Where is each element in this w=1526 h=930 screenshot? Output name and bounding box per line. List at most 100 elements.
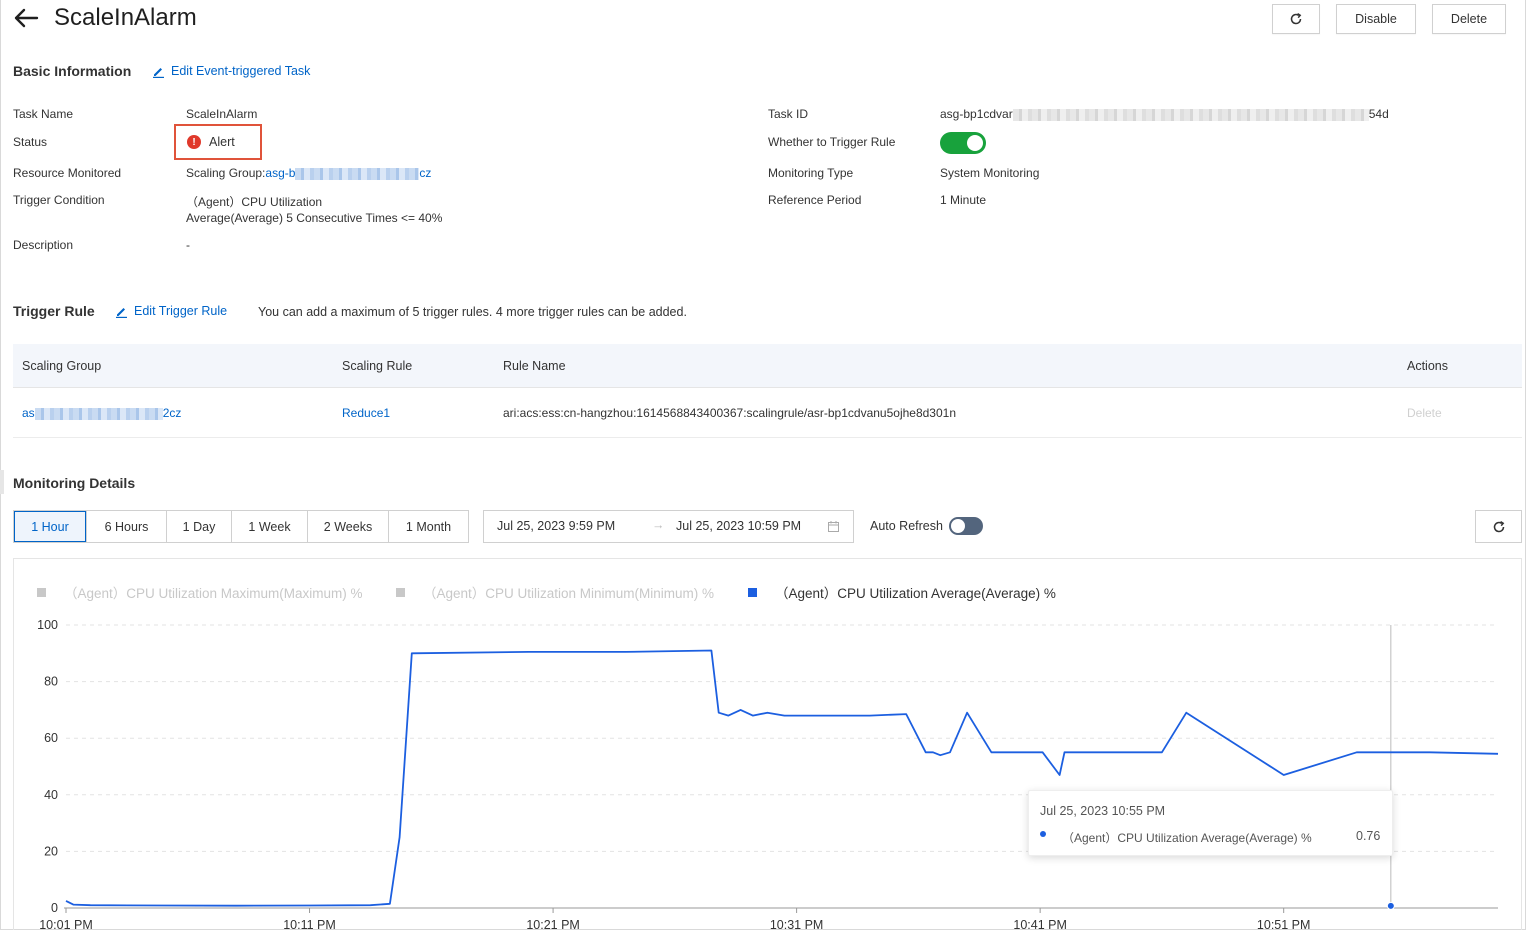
legend-swatch bbox=[37, 587, 46, 597]
auto-refresh-label: Auto Refresh bbox=[870, 519, 943, 533]
tab-6-hours[interactable]: 6 Hours bbox=[87, 511, 167, 542]
page-title: ScaleInAlarm bbox=[54, 4, 197, 31]
trigger-condition-label: Trigger Condition bbox=[13, 193, 105, 207]
task-name-label: Task Name bbox=[13, 107, 74, 121]
redacted-text bbox=[1012, 108, 1369, 121]
x-tick-label: 10:21 PM bbox=[526, 918, 580, 930]
x-tick-label: 10:51 PM bbox=[1257, 918, 1311, 930]
resource-prefix: Scaling Group: bbox=[186, 166, 266, 180]
y-tick-label: 0 bbox=[51, 901, 58, 915]
redacted-text bbox=[34, 407, 163, 420]
scaling-group-cell-start: as bbox=[22, 406, 35, 420]
monitoring-type-value: System Monitoring bbox=[940, 166, 1040, 180]
column-header-scaling-rule: Scaling Rule bbox=[342, 359, 413, 373]
calendar-icon bbox=[828, 521, 839, 532]
trigger-rule-toggle[interactable] bbox=[940, 132, 986, 154]
scaling-group-cell-link[interactable]: as 2cz bbox=[22, 406, 181, 420]
delete-action-disabled[interactable]: Delete bbox=[1407, 406, 1442, 420]
tab-1-month[interactable]: 1 Month bbox=[389, 511, 468, 542]
edit-icon bbox=[153, 67, 164, 78]
tab-1-hour[interactable]: 1 Hour bbox=[14, 511, 87, 542]
basic-info-title: Basic Information bbox=[13, 63, 132, 79]
legend-label-average: （Agent）CPU Utilization Average(Average) … bbox=[775, 586, 1056, 601]
column-header-actions: Actions bbox=[1407, 359, 1448, 373]
task-id-label: Task ID bbox=[768, 107, 809, 121]
x-tick-label: 10:41 PM bbox=[1013, 918, 1067, 930]
hover-point bbox=[1386, 901, 1395, 910]
refresh-button[interactable] bbox=[1272, 4, 1320, 34]
x-tick-label: 10:31 PM bbox=[770, 918, 824, 930]
time-range-tabs: 1 Hour 6 Hours 1 Day 1 Week 2 Weeks 1 Mo… bbox=[13, 510, 469, 543]
y-tick-label: 20 bbox=[44, 844, 58, 858]
trigger-condition-line1: （Agent）CPU Utilization bbox=[186, 195, 323, 209]
disable-button[interactable]: Disable bbox=[1336, 4, 1416, 34]
tooltip-series: （Agent）CPU Utilization Average(Average) … bbox=[1062, 831, 1312, 845]
trigger-rule-note: You can add a maximum of 5 trigger rules… bbox=[258, 305, 687, 319]
y-tick-label: 80 bbox=[44, 675, 58, 689]
scaling-group-link[interactable]: asg-b cz bbox=[265, 166, 431, 180]
monitoring-details-title: Monitoring Details bbox=[13, 475, 136, 491]
refresh-icon bbox=[1290, 12, 1302, 25]
task-id-end: 54d bbox=[1368, 107, 1389, 121]
legend-item-average[interactable]: （Agent）CPU Utilization Average(Average) … bbox=[748, 582, 1056, 602]
y-tick-label: 60 bbox=[44, 731, 58, 745]
legend-item-max[interactable]: （Agent）CPU Utilization Maximum(Maximum) … bbox=[37, 582, 363, 602]
reference-period-label: Reference Period bbox=[768, 193, 862, 207]
y-tick-label: 100 bbox=[37, 618, 58, 632]
tooltip-time: Jul 25, 2023 10:55 PM bbox=[1040, 804, 1166, 818]
task-id-value: asg-bp1cdvar 54d bbox=[940, 107, 1389, 121]
tooltip-value: 0.76 bbox=[1356, 829, 1381, 843]
scaling-group-cell-end: 2cz bbox=[162, 406, 182, 420]
edit-event-task-link[interactable]: Edit Event-triggered Task bbox=[152, 64, 310, 78]
legend-label-max: （Agent）CPU Utilization Maximum(Maximum) … bbox=[64, 586, 363, 601]
toggle-knob bbox=[967, 135, 983, 151]
resource-monitored-label: Resource Monitored bbox=[13, 166, 122, 180]
description-label: Description bbox=[13, 238, 74, 252]
toggle-knob bbox=[951, 519, 965, 533]
reference-period-value: 1 Minute bbox=[940, 193, 987, 207]
tab-2-weeks[interactable]: 2 Weeks bbox=[308, 511, 389, 542]
side-panel-handle[interactable] bbox=[0, 470, 4, 494]
date-end[interactable]: Jul 25, 2023 10:59 PM bbox=[676, 519, 801, 533]
edit-trigger-rule-label: Edit Trigger Rule bbox=[134, 304, 228, 318]
series-line-average bbox=[65, 649, 1499, 907]
delete-button[interactable]: Delete bbox=[1432, 4, 1506, 34]
chart-refresh-button[interactable] bbox=[1475, 510, 1522, 543]
trigger-rule-label: Whether to Trigger Rule bbox=[768, 135, 896, 149]
status-alert: ! Alert bbox=[174, 124, 262, 160]
edit-trigger-rule-link[interactable]: Edit Trigger Rule bbox=[115, 304, 227, 318]
rule-name-cell: ari:acs:ess:cn-hangzhou:1614568843400367… bbox=[503, 406, 957, 420]
auto-refresh-toggle[interactable] bbox=[949, 517, 983, 535]
chart-tooltip: Jul 25, 2023 10:55 PM （Agent）CPU Utiliza… bbox=[1028, 790, 1393, 856]
trigger-condition-line2: Average(Average) 5 Consecutive Times <= … bbox=[186, 211, 443, 225]
y-tick-label: 40 bbox=[44, 788, 58, 802]
trigger-rule-title: Trigger Rule bbox=[13, 303, 95, 319]
edit-icon bbox=[116, 307, 127, 318]
legend-swatch bbox=[396, 587, 405, 597]
x-tick-label: 10:11 PM bbox=[283, 918, 336, 930]
status-value: Alert bbox=[209, 135, 235, 149]
column-header-rule-name: Rule Name bbox=[503, 359, 566, 373]
scaling-rule-link[interactable]: Reduce1 bbox=[342, 406, 390, 420]
table-row: as 2cz Reduce1 ari:acs:ess:cn-hangzhou:16… bbox=[13, 388, 1522, 438]
description-value: - bbox=[186, 238, 190, 252]
date-start[interactable]: Jul 25, 2023 9:59 PM bbox=[497, 519, 615, 533]
redacted-text bbox=[295, 167, 420, 180]
tab-1-week[interactable]: 1 Week bbox=[232, 511, 308, 542]
legend-item-min[interactable]: （Agent）CPU Utilization Minimum(Minimum) … bbox=[396, 582, 714, 602]
tooltip-dot bbox=[1040, 831, 1046, 837]
tab-1-day[interactable]: 1 Day bbox=[167, 511, 232, 542]
column-header-scaling-group: Scaling Group bbox=[22, 359, 102, 373]
monitoring-type-label: Monitoring Type bbox=[768, 166, 854, 180]
alert-icon: ! bbox=[187, 135, 201, 149]
trigger-rule-table-header: Scaling Group Scaling Rule Rule Name Act… bbox=[13, 344, 1522, 388]
x-tick-label: 10:01 PM bbox=[39, 918, 93, 930]
date-separator: → bbox=[652, 518, 665, 532]
cpu-utilization-chart[interactable]: 100 80 60 40 20 0 10:01 PM 10:11 PM 10:21 PM 10:3… bbox=[0, 600, 1526, 930]
task-name-value: ScaleInAlarm bbox=[186, 107, 258, 121]
date-range-picker[interactable]: Jul 25, 2023 9:59 PM → Jul 25, 2023 10:5… bbox=[483, 510, 854, 543]
legend-swatch bbox=[748, 587, 757, 597]
refresh-icon bbox=[1493, 520, 1504, 532]
legend-label-min: （Agent）CPU Utilization Minimum(Minimum) … bbox=[423, 586, 715, 601]
back-arrow-icon[interactable] bbox=[12, 6, 40, 30]
